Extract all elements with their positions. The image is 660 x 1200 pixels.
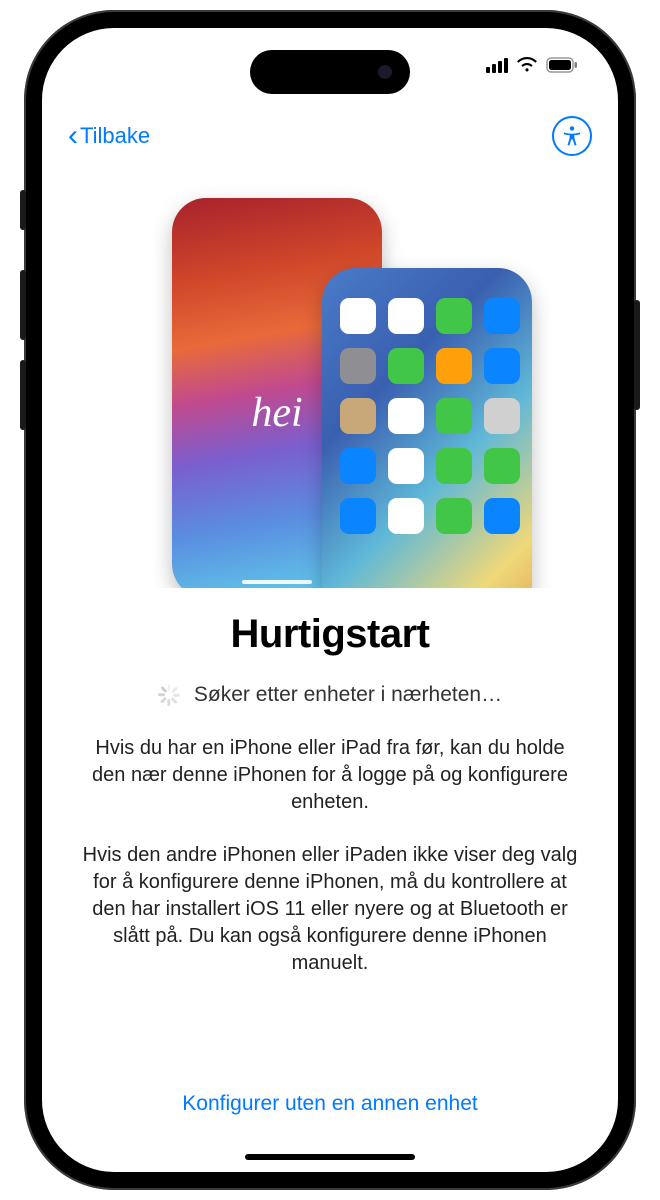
app-icon bbox=[436, 448, 472, 484]
app-icon bbox=[388, 348, 424, 384]
app-icon bbox=[484, 498, 520, 534]
back-label: Tilbake bbox=[80, 123, 150, 149]
volume-down-button bbox=[20, 360, 26, 430]
accessibility-button[interactable] bbox=[552, 116, 592, 156]
power-button bbox=[634, 300, 640, 410]
status-icons bbox=[486, 57, 578, 73]
app-icon bbox=[484, 448, 520, 484]
app-icon bbox=[388, 498, 424, 534]
screen: ‹ Tilbake hei Hurtigstart bbox=[42, 28, 618, 1172]
chevron-left-icon: ‹ bbox=[68, 121, 78, 151]
device-frame: ‹ Tilbake hei Hurtigstart bbox=[24, 10, 636, 1190]
app-icon bbox=[388, 298, 424, 334]
app-icon bbox=[340, 498, 376, 534]
app-icon bbox=[484, 298, 520, 334]
app-icon bbox=[484, 398, 520, 434]
app-icon bbox=[436, 398, 472, 434]
app-icon bbox=[340, 298, 376, 334]
nav-bar: ‹ Tilbake bbox=[42, 108, 618, 164]
app-grid bbox=[340, 298, 514, 534]
instructions-para-1: Hvis du har en iPhone eller iPad fra før… bbox=[82, 735, 578, 816]
battery-icon bbox=[546, 57, 578, 73]
phone-mock-homescreen bbox=[322, 268, 532, 588]
spinner-icon bbox=[158, 684, 180, 706]
cellular-signal-icon bbox=[486, 58, 508, 73]
searching-text: Søker etter enheter i nærheten… bbox=[194, 683, 502, 707]
accessibility-icon bbox=[560, 124, 584, 148]
wifi-icon bbox=[516, 57, 538, 73]
greeting-text: hei bbox=[251, 389, 302, 437]
app-icon bbox=[340, 348, 376, 384]
home-indicator-mock bbox=[242, 580, 312, 584]
volume-up-button bbox=[20, 270, 26, 340]
app-icon bbox=[436, 348, 472, 384]
back-button[interactable]: ‹ Tilbake bbox=[68, 121, 150, 151]
content-area: Hurtigstart Søker etter enheter i nærhet… bbox=[42, 588, 618, 977]
setup-without-device-button[interactable]: Konfigurer uten en annen enhet bbox=[42, 1092, 618, 1116]
app-icon bbox=[484, 348, 520, 384]
page-title: Hurtigstart bbox=[82, 612, 578, 657]
app-icon bbox=[388, 398, 424, 434]
dynamic-island bbox=[250, 50, 410, 94]
app-icon bbox=[388, 448, 424, 484]
app-icon bbox=[436, 498, 472, 534]
searching-status: Søker etter enheter i nærheten… bbox=[82, 683, 578, 707]
app-icon bbox=[340, 448, 376, 484]
hero-illustration: hei bbox=[42, 158, 618, 588]
home-indicator[interactable] bbox=[245, 1154, 415, 1160]
app-icon bbox=[436, 298, 472, 334]
setup-without-device-label: Konfigurer uten en annen enhet bbox=[182, 1092, 477, 1115]
app-icon bbox=[340, 398, 376, 434]
instructions-para-2: Hvis den andre iPhonen eller iPaden ikke… bbox=[82, 842, 578, 977]
silent-switch bbox=[20, 190, 26, 230]
